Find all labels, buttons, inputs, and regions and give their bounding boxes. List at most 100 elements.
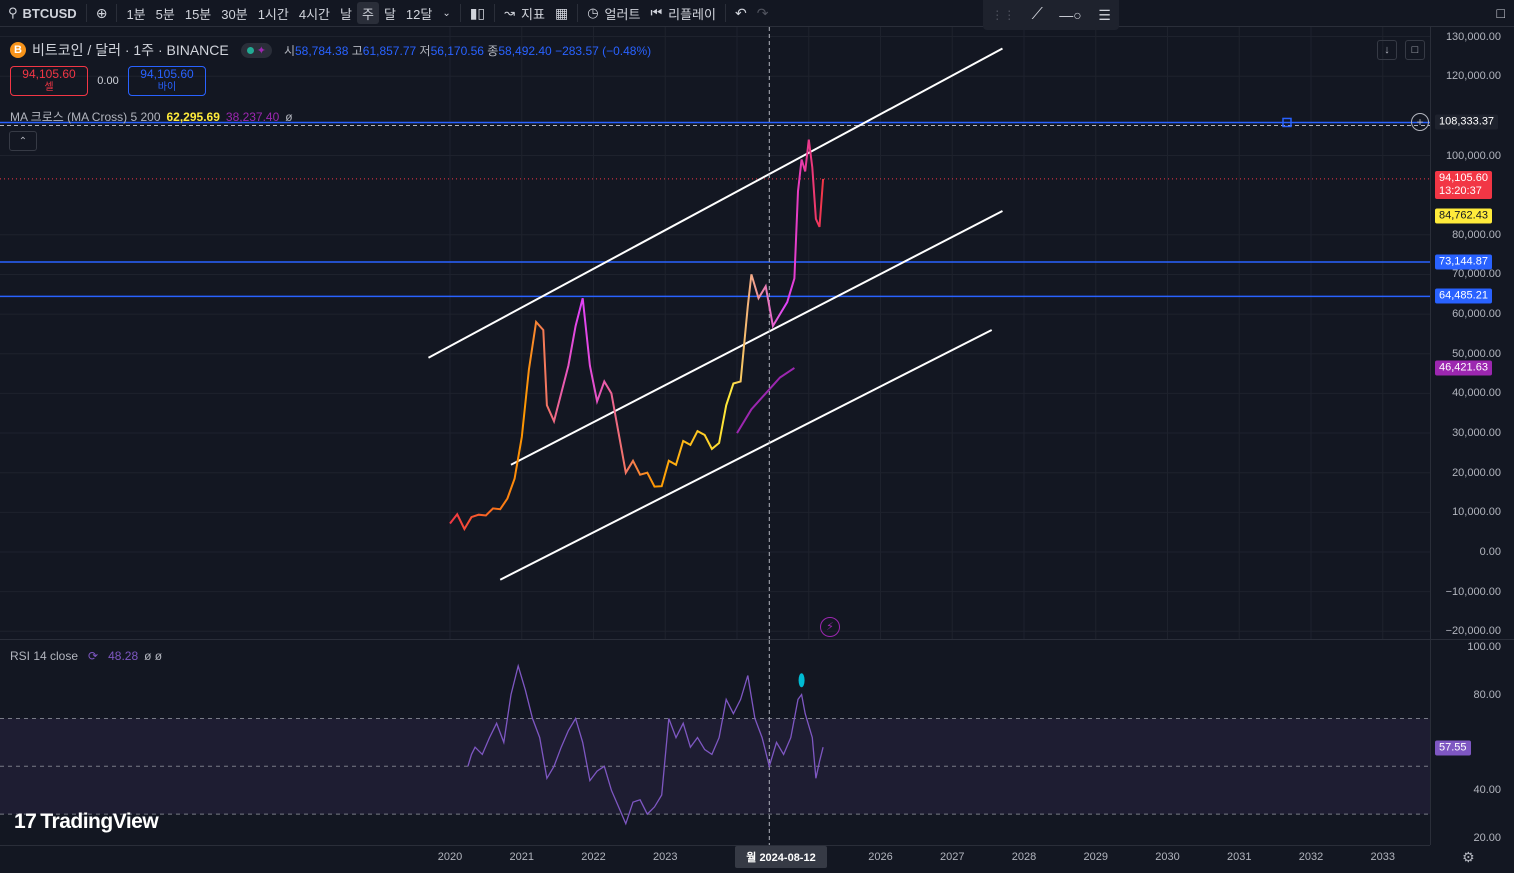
interval-9[interactable]: 12달: [401, 2, 437, 24]
chevron-up-icon: ⌃: [18, 135, 28, 147]
interval-list: 1분 5분 15분 30분 1시간 4시간 날 주 달 12달: [121, 2, 437, 24]
price-axis-label: 60,000.00: [1452, 308, 1501, 321]
interval-8[interactable]: 달: [379, 2, 401, 24]
interval-1[interactable]: 5분: [151, 2, 180, 24]
price-tag-value: 84,762.43: [1439, 209, 1488, 222]
price-axis-label: 50,000.00: [1452, 347, 1501, 360]
time-axis-label: 2022: [581, 851, 606, 863]
ma-slow-value: 38,237.40: [225, 109, 280, 124]
price-axis-label: 80,000.00: [1452, 228, 1501, 241]
interval-2[interactable]: 15분: [180, 2, 216, 24]
indicators-button[interactable]: ↝ 지표: [499, 2, 550, 24]
drag-handle-icon[interactable]: ⋮⋮: [991, 8, 1015, 22]
tradingview-mark-icon: 17: [14, 810, 37, 833]
price-tag-2[interactable]: 84,762.43: [1435, 208, 1492, 224]
price-tag-countdown: 13:20:37: [1439, 184, 1482, 197]
maximize-pane-icon[interactable]: □: [1405, 40, 1425, 60]
buy-button[interactable]: 94,105.60 바이: [128, 66, 206, 96]
buy-price: 94,105.60: [140, 67, 194, 81]
alert-button[interactable]: ◷ 얼러트: [582, 2, 645, 24]
price-tag-value: 73,144.87: [1439, 255, 1488, 268]
brand-name: TradingView: [40, 810, 159, 833]
event-lightning-icon[interactable]: ⚡: [820, 617, 840, 637]
interval-0[interactable]: 1분: [121, 2, 150, 24]
price-axis-label: 10,000.00: [1452, 506, 1501, 519]
alert-clock-icon: ◷: [587, 5, 599, 20]
legend-title[interactable]: 비트코인 / 달러 · 1주 · BINANCE: [32, 40, 229, 60]
interval-dropdown-icon[interactable]: ⌄: [437, 2, 455, 24]
divider: [724, 4, 726, 22]
rsi-axis-label: 100.00: [1467, 640, 1501, 653]
time-axis-label: 2023: [653, 851, 678, 863]
interval-6[interactable]: 날: [335, 2, 357, 24]
rsi-extra-values: ø ø: [144, 649, 163, 663]
price-axis-label: 70,000.00: [1452, 268, 1501, 281]
interval-7[interactable]: 주: [356, 2, 379, 24]
time-axis-label: 2027: [940, 851, 965, 863]
replay-button[interactable]: ⏮ 리플레이: [645, 2, 721, 24]
price-axis-label: 130,000.00: [1445, 30, 1501, 43]
high-value: 61,857.77: [362, 43, 417, 58]
candle-type-icon[interactable]: ▮▯: [465, 2, 490, 24]
rsi-value-tag[interactable]: 57.55: [1435, 740, 1471, 756]
layouts-grid-icon[interactable]: ▦: [550, 2, 573, 24]
price-axis-label: 120,000.00: [1445, 70, 1501, 83]
redo-icon[interactable]: ↷: [752, 2, 774, 24]
compare-add-icon[interactable]: ⊕: [91, 2, 113, 24]
price-tag-1[interactable]: 94,105.60 13:20:37: [1435, 170, 1492, 199]
search-icon: ⚲: [8, 5, 18, 20]
price-tag-3[interactable]: 73,144.87: [1435, 254, 1492, 270]
line-style-icon[interactable]: —○: [1059, 7, 1081, 23]
price-tag-4[interactable]: 64,485.21: [1435, 288, 1492, 304]
time-axis-settings-icon[interactable]: ⚙: [1462, 849, 1475, 866]
rsi-indicator-legend[interactable]: RSI 14 close ⟳ 48.28 ø ø: [10, 649, 162, 663]
tradingview-logo[interactable]: 17 TradingView: [14, 810, 159, 834]
ma-indicator-legend[interactable]: MA 크로스 (MA Cross) 5 200 62,295.69 38,237…: [10, 108, 293, 125]
line-width-icon[interactable]: ☰: [1098, 7, 1111, 24]
rsi-value: 48.28: [108, 649, 139, 663]
interval-3[interactable]: 30분: [216, 2, 252, 24]
time-axis-label: 2026: [868, 851, 893, 863]
open-value: 58,784.38: [295, 43, 349, 58]
price-series-line: [449, 139, 825, 532]
time-axis-label: 2028: [1011, 851, 1037, 863]
price-tag-5[interactable]: 46,421.63: [1435, 360, 1492, 376]
rsi-axis-label: 80.00: [1473, 688, 1501, 701]
trendline-icon[interactable]: ⟋: [1032, 6, 1043, 24]
time-axis[interactable]: 2020 2021 2022 2023 2026 2027 2028 2029 2030 2031…: [0, 845, 1430, 873]
sell-label: 셀: [44, 82, 54, 93]
rsi-pane[interactable]: [0, 640, 1430, 845]
top-toolbar: ⚲ BTCUSD ⊕ 1분 5분 15분 30분 1시간 4시간 날 주 달 12달 ⌄ ▮▯ ↝…: [0, 0, 1514, 27]
interval-4[interactable]: 1시간: [253, 2, 294, 24]
symbol-search-button[interactable]: ⚲ BTCUSD: [0, 2, 82, 24]
trade-buttons: 94,105.60 셀 0.00 94,105.60 바이: [10, 66, 206, 96]
market-status-badge[interactable]: ✦: [240, 42, 272, 58]
divider: [116, 4, 118, 22]
crosshair-date-label: 월 2024-08-12: [735, 846, 827, 868]
time-axis-label: 2030: [1155, 851, 1180, 863]
price-tag-value: 108,333.37: [1439, 115, 1495, 128]
symbol-label: BTCUSD: [22, 5, 77, 21]
market-open-dot-icon: [246, 46, 254, 54]
price-axis-label: −20,000.00: [1445, 625, 1501, 638]
price-tag-0[interactable]: 108,333.37: [1435, 114, 1499, 130]
time-axis-label: 2031: [1227, 851, 1252, 863]
price-axis-label: 0.00: [1479, 546, 1501, 558]
close-value: 58,492.40: [498, 43, 552, 58]
collapse-legend-button[interactable]: ⌃: [9, 131, 37, 151]
move-pane-down-icon[interactable]: ↓: [1377, 40, 1397, 60]
time-axis-label: 2029: [1083, 851, 1108, 863]
replay-icon: ⏮: [650, 5, 663, 20]
undo-icon[interactable]: ↶: [730, 2, 752, 24]
fullscreen-icon[interactable]: □: [1492, 2, 1510, 24]
rsi-chart-svg[interactable]: [0, 640, 1430, 845]
loading-icon: ⟳: [88, 649, 99, 663]
sell-price: 94,105.60: [22, 67, 76, 81]
channel-line-0: [428, 47, 1003, 359]
bitcoin-logo-icon: B: [10, 42, 26, 58]
sell-button[interactable]: 94,105.60 셀: [10, 66, 88, 96]
price-axis[interactable]: 130,000.00 120,000.00 100,000.00 80,000.00 7…: [1411, 27, 1514, 845]
interval-5[interactable]: 4시간: [294, 2, 335, 24]
price-tag-value: 46,421.63: [1439, 361, 1488, 374]
rsi-axis-label: 20.00: [1473, 832, 1501, 844]
